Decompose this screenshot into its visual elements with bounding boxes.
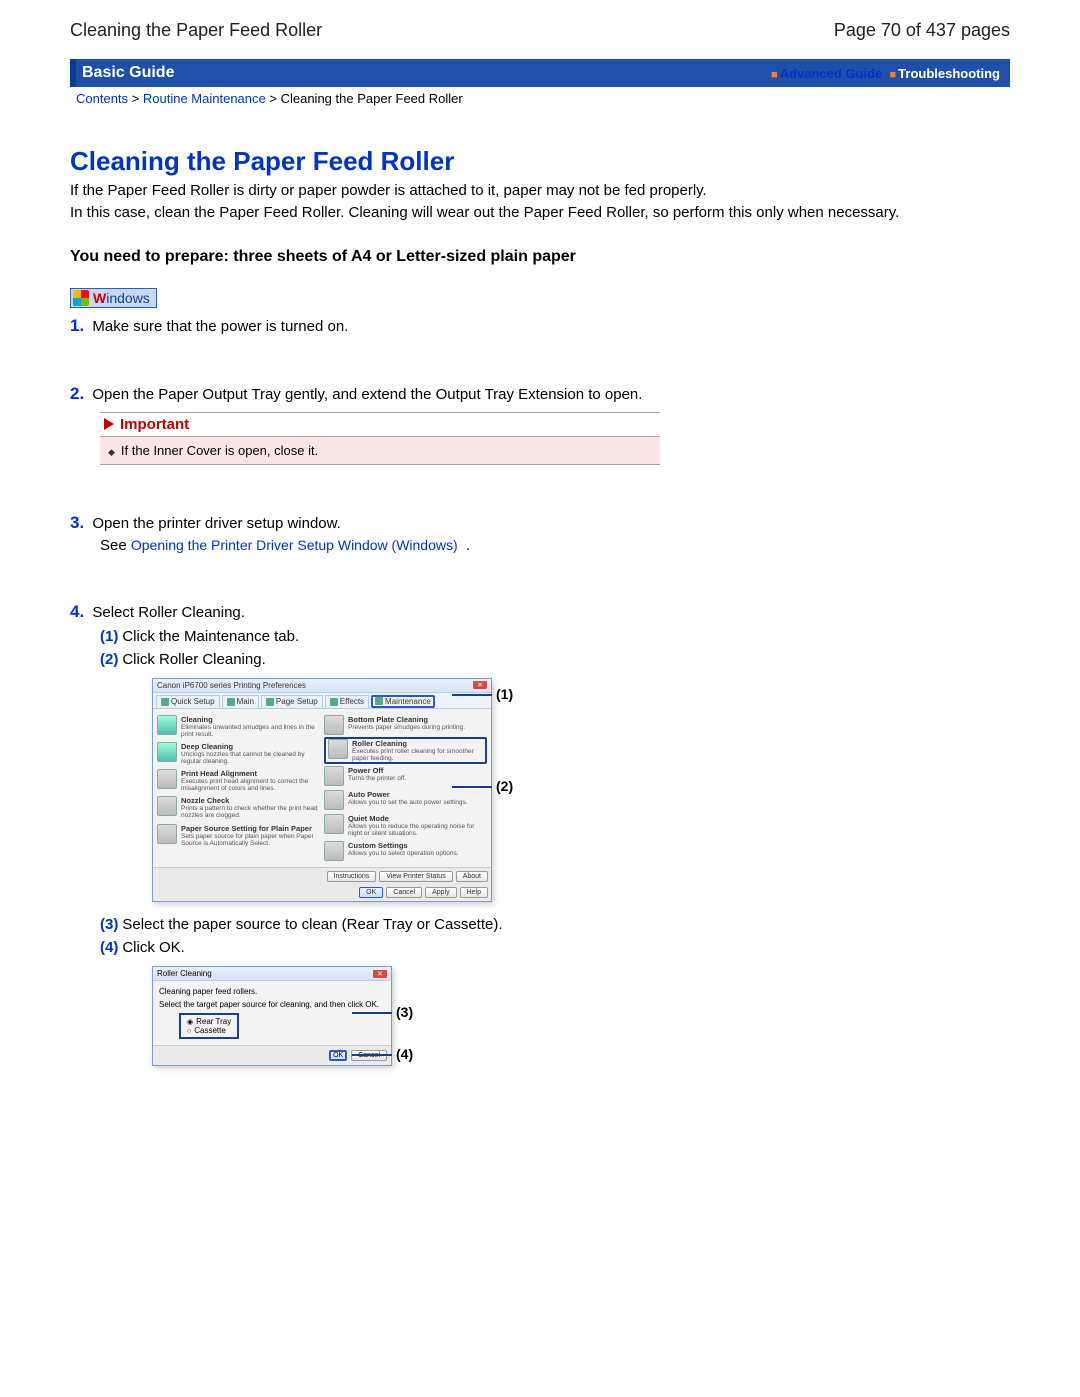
close-icon[interactable]: ✕ [373, 970, 387, 978]
list-item[interactable]: Power OffTurns the printer off. [324, 764, 487, 788]
list-item[interactable]: Paper Source Setting for Plain PaperSets… [157, 822, 320, 849]
alignment-icon [157, 769, 177, 789]
paper-source-icon [157, 824, 177, 844]
step-2-text: Open the Paper Output Tray gently, and e… [92, 386, 642, 403]
dialog2-title: Roller Cleaning [157, 969, 212, 978]
windows-badge: Windows [70, 288, 157, 308]
substep-3: Select the paper source to clean (Rear T… [122, 916, 502, 933]
tab-quick-setup[interactable]: Quick Setup [156, 695, 220, 708]
cleaning-icon [157, 715, 177, 735]
page-title: Cleaning the Paper Feed Roller [70, 146, 1010, 177]
step-number: 1. [70, 316, 84, 335]
triangle-icon [104, 418, 114, 430]
crumb-contents[interactable]: Contents [76, 91, 128, 106]
windows-flag-icon [73, 290, 89, 306]
instructions-button[interactable]: Instructions [327, 871, 377, 882]
cancel-button[interactable]: Cancel [386, 887, 422, 898]
roller-cleaning-item[interactable]: Roller CleaningExecutes print roller cle… [324, 737, 487, 764]
breadcrumb: Contents > Routine Maintenance > Cleanin… [70, 87, 1010, 106]
callout-3: (3) [396, 1004, 413, 1020]
tab-icon [330, 698, 338, 706]
roller-cleaning-dialog: Roller Cleaning ✕ Cleaning paper feed ro… [152, 966, 392, 1066]
square-icon: ■ [771, 69, 778, 81]
list-item[interactable]: Auto PowerAllows you to set the auto pow… [324, 788, 487, 812]
crumb-routine[interactable]: Routine Maintenance [143, 91, 266, 106]
substep-1: Click the Maintenance tab. [122, 628, 299, 645]
substep-number: (2) [100, 651, 118, 668]
quiet-mode-icon [324, 814, 344, 834]
tab-effects[interactable]: Effects [325, 695, 369, 708]
advanced-guide-link[interactable]: Advanced Guide [780, 66, 883, 81]
power-off-icon [324, 766, 344, 786]
tab-icon [161, 698, 169, 706]
driver-setup-link[interactable]: Opening the Printer Driver Setup Window … [131, 537, 458, 553]
callout-1: (1) [496, 686, 513, 702]
guide-title: Basic Guide [82, 64, 174, 82]
intro-text-1: If the Paper Feed Roller is dirty or pap… [70, 181, 1010, 201]
view-status-button[interactable]: View Printer Status [379, 871, 452, 882]
step-number: 2. [70, 384, 84, 403]
dialog-title: Canon iP6700 series Printing Preferences [157, 681, 306, 690]
prepare-heading: You need to prepare: three sheets of A4 … [70, 248, 1010, 266]
crumb-current: Cleaning the Paper Feed Roller [281, 91, 463, 106]
step-1-text: Make sure that the power is turned on. [92, 318, 348, 335]
substep-number: (3) [100, 916, 118, 933]
close-icon[interactable]: ✕ [473, 681, 487, 689]
page-topic: Cleaning the Paper Feed Roller [70, 20, 322, 41]
list-item[interactable]: Print Head AlignmentExecutes print head … [157, 767, 320, 794]
substep-number: (1) [100, 628, 118, 645]
guide-bar: Basic Guide ■Advanced Guide ■Troubleshoo… [70, 59, 1010, 87]
list-item[interactable]: Quiet ModeAllows you to reduce the opera… [324, 812, 487, 839]
substep-2: Click Roller Cleaning. [122, 651, 265, 668]
list-item[interactable]: CleaningEliminates unwanted smudges and … [157, 713, 320, 740]
paper-source-radio-group[interactable]: Rear Tray Cassette [179, 1013, 239, 1039]
list-item[interactable]: Custom SettingsAllows you to select oper… [324, 839, 487, 863]
nozzle-icon [157, 796, 177, 816]
help-button[interactable]: Help [460, 887, 488, 898]
important-label: Important [120, 416, 189, 433]
substep-number: (4) [100, 939, 118, 956]
roller-icon [328, 739, 348, 759]
list-item[interactable]: Deep CleaningUnclogs nozzles that cannot… [157, 740, 320, 767]
see-label: See [100, 537, 131, 554]
deep-cleaning-icon [157, 742, 177, 762]
dialog2-heading: Cleaning paper feed rollers. [159, 987, 385, 996]
important-body: If the Inner Cover is open, close it. [100, 437, 660, 465]
bottom-plate-icon [324, 715, 344, 735]
tab-icon [227, 698, 235, 706]
tab-main[interactable]: Main [222, 695, 259, 708]
callout-4: (4) [396, 1046, 413, 1062]
tab-icon [266, 698, 274, 706]
list-item[interactable]: Bottom Plate CleaningPrevents paper smud… [324, 713, 487, 737]
step-4-text: Select Roller Cleaning. [92, 604, 245, 621]
ok-button[interactable]: OK [359, 887, 383, 898]
tab-page-setup[interactable]: Page Setup [261, 695, 323, 708]
ok-button[interactable]: OK [329, 1050, 347, 1061]
step-3-text: Open the printer driver setup window. [92, 515, 340, 532]
page-indicator: Page 70 of 437 pages [834, 20, 1010, 41]
step-number: 3. [70, 513, 84, 532]
radio-cassette[interactable]: Cassette [187, 1026, 231, 1035]
list-item[interactable]: Nozzle CheckPrints a pattern to check wh… [157, 794, 320, 821]
radio-rear-tray[interactable]: Rear Tray [187, 1017, 231, 1026]
about-button[interactable]: About [456, 871, 488, 882]
callout-2: (2) [496, 778, 513, 794]
square-icon: ■ [890, 69, 897, 81]
troubleshooting-link[interactable]: Troubleshooting [898, 66, 1000, 81]
intro-text-2: In this case, clean the Paper Feed Rolle… [70, 203, 1010, 223]
dialog2-prompt: Select the target paper source for clean… [159, 1000, 385, 1009]
step-number: 4. [70, 602, 84, 621]
apply-button[interactable]: Apply [425, 887, 457, 898]
dialog-tabs: Quick Setup Main Page Setup Effects Main… [153, 693, 491, 709]
tab-maintenance[interactable]: Maintenance [371, 695, 435, 708]
auto-power-icon [324, 790, 344, 810]
preferences-dialog: Canon iP6700 series Printing Preferences… [152, 678, 492, 903]
tab-icon [375, 697, 383, 705]
custom-settings-icon [324, 841, 344, 861]
substep-4: Click OK. [122, 939, 185, 956]
important-box: Important If the Inner Cover is open, cl… [100, 412, 660, 465]
